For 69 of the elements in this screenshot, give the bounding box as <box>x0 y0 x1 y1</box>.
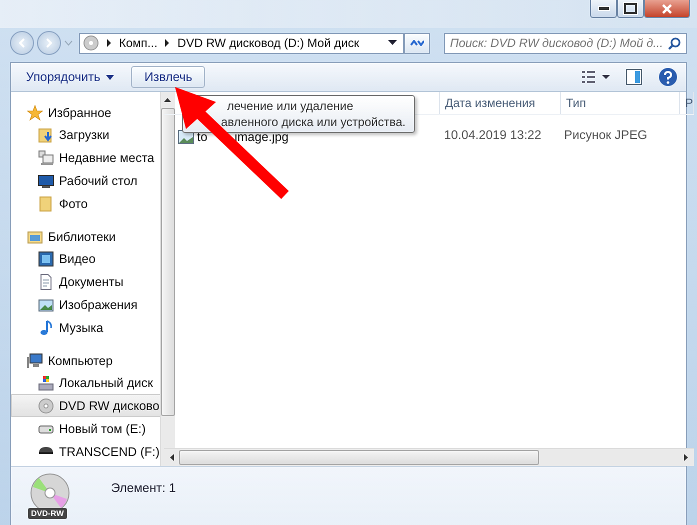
refresh-button[interactable] <box>404 32 430 54</box>
sidebar-item[interactable]: Музыка <box>11 316 160 339</box>
sidebar-item[interactable]: Недавние места <box>11 146 160 169</box>
computer-icon <box>27 352 43 368</box>
drive-label: DVD-RW <box>28 508 67 519</box>
image-icon <box>38 296 54 312</box>
download-folder-icon <box>38 126 54 142</box>
tooltip-text: авленного диска или устройства. <box>221 114 406 130</box>
column-header[interactable]: Дата изменения <box>440 92 561 114</box>
scroll-left-icon[interactable] <box>170 454 174 461</box>
forward-button[interactable] <box>37 31 61 55</box>
caret-icon <box>106 74 114 80</box>
column-header[interactable]: Тип <box>561 92 680 114</box>
back-button[interactable] <box>10 31 34 55</box>
help-icon[interactable] <box>658 67 678 87</box>
breadcrumb[interactable]: Комп... <box>119 36 158 50</box>
refresh-icon <box>410 40 424 46</box>
recent-places-icon <box>38 150 54 166</box>
usb-drive-icon <box>38 446 54 455</box>
music-note-icon <box>38 320 54 336</box>
hard-disk-icon <box>38 374 54 390</box>
sidebar-item[interactable]: Рабочий стол <box>11 169 160 192</box>
horizontal-scrollbar[interactable] <box>164 448 694 466</box>
sidebar-group[interactable]: Избранное <box>11 102 160 123</box>
disc-icon <box>38 398 54 414</box>
scroll-thumb[interactable] <box>160 108 175 416</box>
dropdown-icon[interactable] <box>388 40 397 46</box>
scroll-up-icon[interactable] <box>164 98 172 102</box>
vertical-scrollbar[interactable] <box>160 92 175 466</box>
table-cell-text: Рисунок JPEG <box>564 128 648 142</box>
breadcrumb[interactable]: DVD RW дисковод (D:) Мой диск <box>177 36 360 50</box>
status-text: Элемент: 1 <box>111 481 176 495</box>
address-bar[interactable]: Комп... DVD RW дисковод (D:) Мой диск <box>79 32 404 54</box>
sidebar-item[interactable]: Изображения <box>11 293 160 316</box>
chevron-icon <box>106 39 112 47</box>
file-name[interactable]: to <box>197 130 208 144</box>
sidebar-item[interactable]: TRANSCEND (F:) <box>11 440 160 463</box>
sidebar-item[interactable]: Локальный диск <box>11 371 160 394</box>
minimize-button[interactable] <box>590 0 617 18</box>
sidebar-item[interactable]: Загрузки <box>11 123 160 146</box>
search-icon <box>668 36 681 50</box>
close-button[interactable] <box>644 0 690 18</box>
sidebar-item[interactable]: Видео <box>11 247 160 270</box>
scroll-thumb[interactable] <box>179 450 540 465</box>
folder-icon <box>38 196 54 212</box>
star-icon <box>27 104 43 120</box>
sidebar-item[interactable]: Новый том (E:) <box>11 417 160 440</box>
close-icon <box>661 4 673 14</box>
sidebar-item[interactable]: Фото <box>11 192 160 215</box>
sidebar-item[interactable]: DVD RW дисково <box>11 394 160 417</box>
preview-pane-icon[interactable] <box>626 69 642 85</box>
maximize-button[interactable] <box>617 0 644 18</box>
file-name[interactable]: image.jpg <box>234 130 289 144</box>
document-icon <box>38 274 54 290</box>
library-icon <box>27 228 43 244</box>
desktop-icon <box>38 172 54 188</box>
table-cell-text: 10.04.2019 13:22 <box>444 128 542 142</box>
sidebar-item[interactable]: Документы <box>11 270 160 293</box>
sidebar-group[interactable]: Библиотеки <box>11 226 160 247</box>
view-options-icon[interactable] <box>582 70 610 84</box>
scroll-right-icon[interactable] <box>684 454 688 461</box>
disc-icon <box>83 35 99 51</box>
search-field[interactable]: Поиск: DVD RW дисковод (D:) Мой д... <box>444 32 687 54</box>
sidebar-group[interactable]: Компьютер <box>11 350 160 371</box>
film-icon <box>38 250 54 266</box>
chevron-icon <box>164 39 170 47</box>
tooltip-text: лечение или удаление <box>227 98 354 114</box>
organize-button[interactable]: Упорядочить <box>19 66 122 88</box>
eject-button[interactable]: Извлечь <box>131 66 206 88</box>
